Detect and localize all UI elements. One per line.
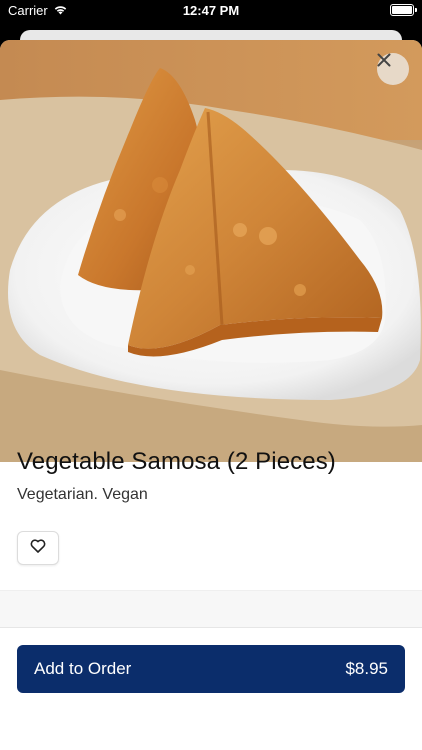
heart-icon [30,538,46,558]
item-price: $8.95 [345,659,388,678]
add-to-order-label: Add to Order [34,659,132,678]
item-title: Vegetable Samosa (2 Pieces) [17,448,336,475]
favorite-button[interactable] [17,531,59,565]
status-time: 12:47 PM [182,3,240,18]
add-to-order-button[interactable]: Add to Order $8.95 [17,645,405,693]
status-bar: Carrier 12:47 PM [0,0,422,22]
item-photo [0,40,422,462]
close-button[interactable] [377,53,409,85]
section-divider [0,590,422,628]
item-tags: Vegetarian. Vegan [17,486,148,503]
battery-icon [390,4,417,16]
